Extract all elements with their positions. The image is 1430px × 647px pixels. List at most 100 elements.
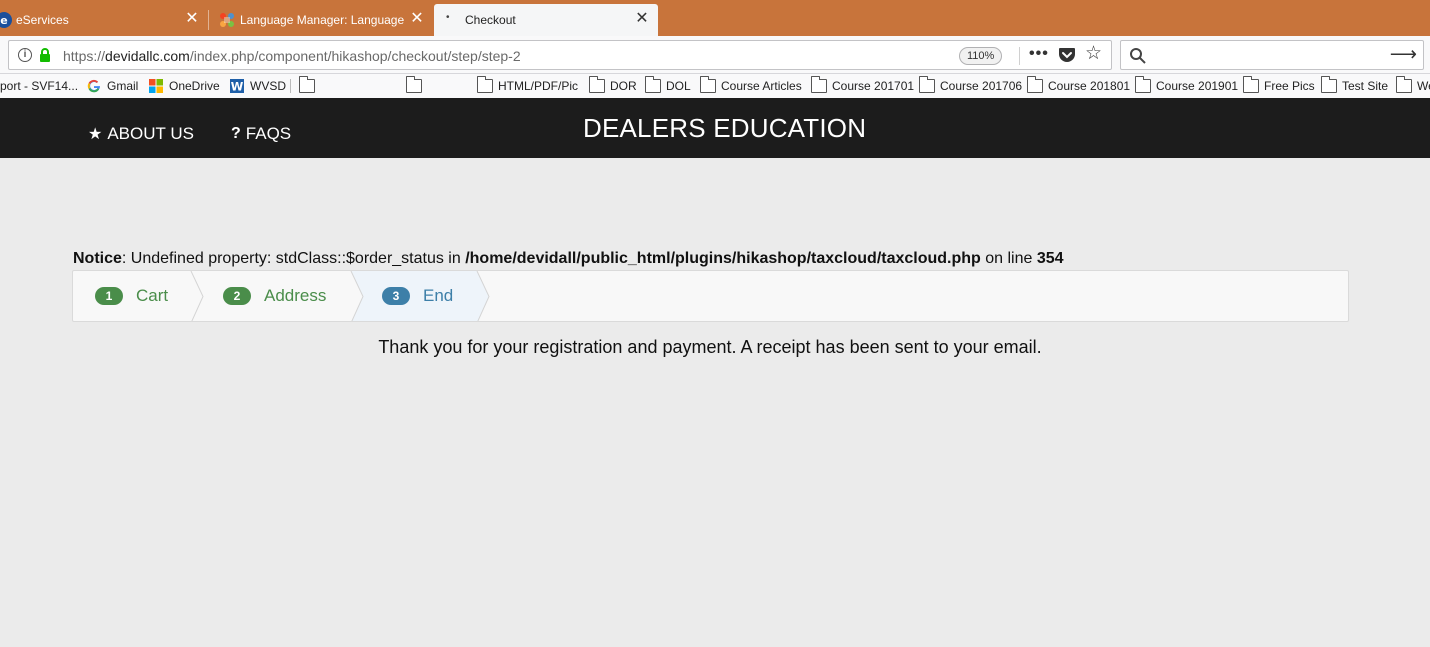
url-host: devidallc.com [105,48,190,64]
folder-icon [1320,76,1337,93]
search-bar[interactable]: ⟶ [1120,40,1424,70]
bookmark-label: DOR [610,79,637,93]
folder-icon [476,76,493,93]
bookmark-gmail[interactable]: Gmail [86,77,138,95]
folder-icon [1242,76,1259,93]
menu-item-about-us[interactable]: ★ ABOUT US [88,124,194,144]
folder-icon [1026,76,1043,93]
bookmark-label: Course 201801 [1048,79,1131,93]
folder-icon [1134,76,1151,93]
bookmark-folder[interactable]: Course 201706 [918,76,1023,95]
star-icon: ★ [88,126,103,143]
close-icon[interactable]: ✕ [634,11,650,27]
site-header: ★ ABOUT US ? FAQS DEALERS EDUCATION [0,98,1430,158]
checkout-steps: 1 Cart 2 Address 3 End [72,270,1349,322]
folder-icon [918,76,935,93]
page-actions-icon[interactable]: ••• [1029,45,1049,63]
tab-language-manager[interactable]: Language Manager: Language ✕ [209,4,433,36]
bookmark-label: Course Articles [721,79,802,93]
tab-checkout[interactable]: • Checkout ✕ [434,4,658,36]
bookmark-separator [290,79,291,93]
bookmark-folder[interactable]: Course 201701 [810,76,915,95]
notice-line-label: on line [980,250,1037,267]
folder-icon [405,76,422,93]
tab-title: Language Manager: Language [240,13,405,27]
folder-icon [810,76,827,93]
bookmark-folder[interactable]: Free Pics [1242,76,1315,95]
bookmark-folder[interactable]: HTML/PDF/Pic [476,76,579,95]
step-address[interactable]: 2 Address [223,271,326,321]
url-divider [1019,47,1020,65]
close-icon[interactable]: ✕ [409,11,425,27]
step-label: Address [264,286,327,305]
google-icon [87,79,100,93]
bookmark-wvsd[interactable]: W WVSD [229,77,286,95]
notice-label: Notice [73,250,122,267]
info-icon[interactable]: i [18,48,32,62]
folder-icon [644,76,661,93]
bookmark-label: Course 201701 [832,79,915,93]
notice-line: 354 [1036,250,1064,267]
notice-file: /home/devidall/public_html/plugins/hikas… [465,250,981,267]
menu-label: ABOUT US [107,124,194,143]
bookmark-folder[interactable]: Course 201801 [1026,76,1131,95]
svg-text:W: W [231,79,244,93]
bookmark-item[interactable]: port - SVF14... [0,77,78,95]
step-number-badge: 3 [382,287,410,305]
arrow-right-icon[interactable]: ⟶ [1390,45,1417,65]
tab-eservices[interactable]: e eServices ✕ [0,4,208,36]
php-notice: Notice: Undefined property: stdClass::$o… [73,250,1064,268]
bookmark-folder[interactable] [405,76,427,95]
step-label: Cart [136,286,169,305]
pocket-icon[interactable] [1058,47,1076,64]
bookmark-folder[interactable]: We [1395,76,1430,95]
step-divider [190,271,204,321]
step-number-badge: 1 [95,287,123,305]
zoom-indicator[interactable]: 110% [959,47,1003,65]
url-bar[interactable]: i https://devidallc.com/index.php/compon… [8,40,1112,70]
menu-item-faqs[interactable]: ? FAQS [231,124,291,144]
browser-tab-bar: e eServices ✕ Language Manager: Language… [0,0,1430,36]
search-icon [1130,48,1146,64]
question-icon: ? [231,125,241,142]
bookmark-folder[interactable]: DOR [588,76,637,95]
eservices-favicon-icon: e [0,12,12,28]
bookmark-folder[interactable]: Test Site [1320,76,1389,95]
bookmark-label: port - SVF14... [0,79,79,93]
bookmark-label: HTML/PDF/Pic [498,79,579,93]
lock-icon[interactable] [39,48,51,62]
bookmark-label: We [1417,79,1430,93]
tab-title: Checkout [465,13,516,27]
bookmark-label: DOL [666,79,691,93]
url-scheme: https:// [63,48,106,64]
tab-title: eServices [16,13,69,27]
folder-icon [699,76,716,93]
notice-message: : Undefined property: stdClass::$order_s… [121,250,466,267]
svg-text:e: e [0,14,7,27]
bookmark-onedrive[interactable]: OneDrive [148,77,220,95]
folder-icon [588,76,605,93]
step-label: End [423,286,454,305]
bookmark-label: Gmail [107,79,139,93]
search-input[interactable] [1153,45,1383,65]
bookmark-label: Test Site [1342,79,1389,93]
confirmation-message: Thank you for your registration and paym… [378,337,1042,357]
step-cart[interactable]: 1 Cart [95,271,168,321]
bookmark-folder[interactable]: DOL [644,76,691,95]
site-title[interactable]: DEALERS EDUCATION [583,113,866,144]
bookmark-folder[interactable] [298,76,320,95]
loading-dot-icon: • [446,12,450,23]
bookmarks-bar: port - SVF14... Gmail OneDrive W WVSD HT… [0,74,1430,98]
folder-icon [1395,76,1412,93]
bookmark-star-icon[interactable]: ☆ [1085,44,1102,64]
close-icon[interactable]: ✕ [184,11,200,27]
menu-label: FAQS [245,124,292,143]
step-end: 3 End [382,271,453,321]
bookmark-label: Course 201901 [1156,79,1239,93]
bookmark-folder[interactable]: Course Articles [699,76,802,95]
url-text[interactable]: https://devidallc.com/index.php/componen… [63,48,521,64]
bookmark-label: Free Pics [1264,79,1315,93]
folder-icon [298,76,315,93]
bookmark-folder[interactable]: Course 201901 [1134,76,1239,95]
bookmark-label: Course 201706 [940,79,1023,93]
